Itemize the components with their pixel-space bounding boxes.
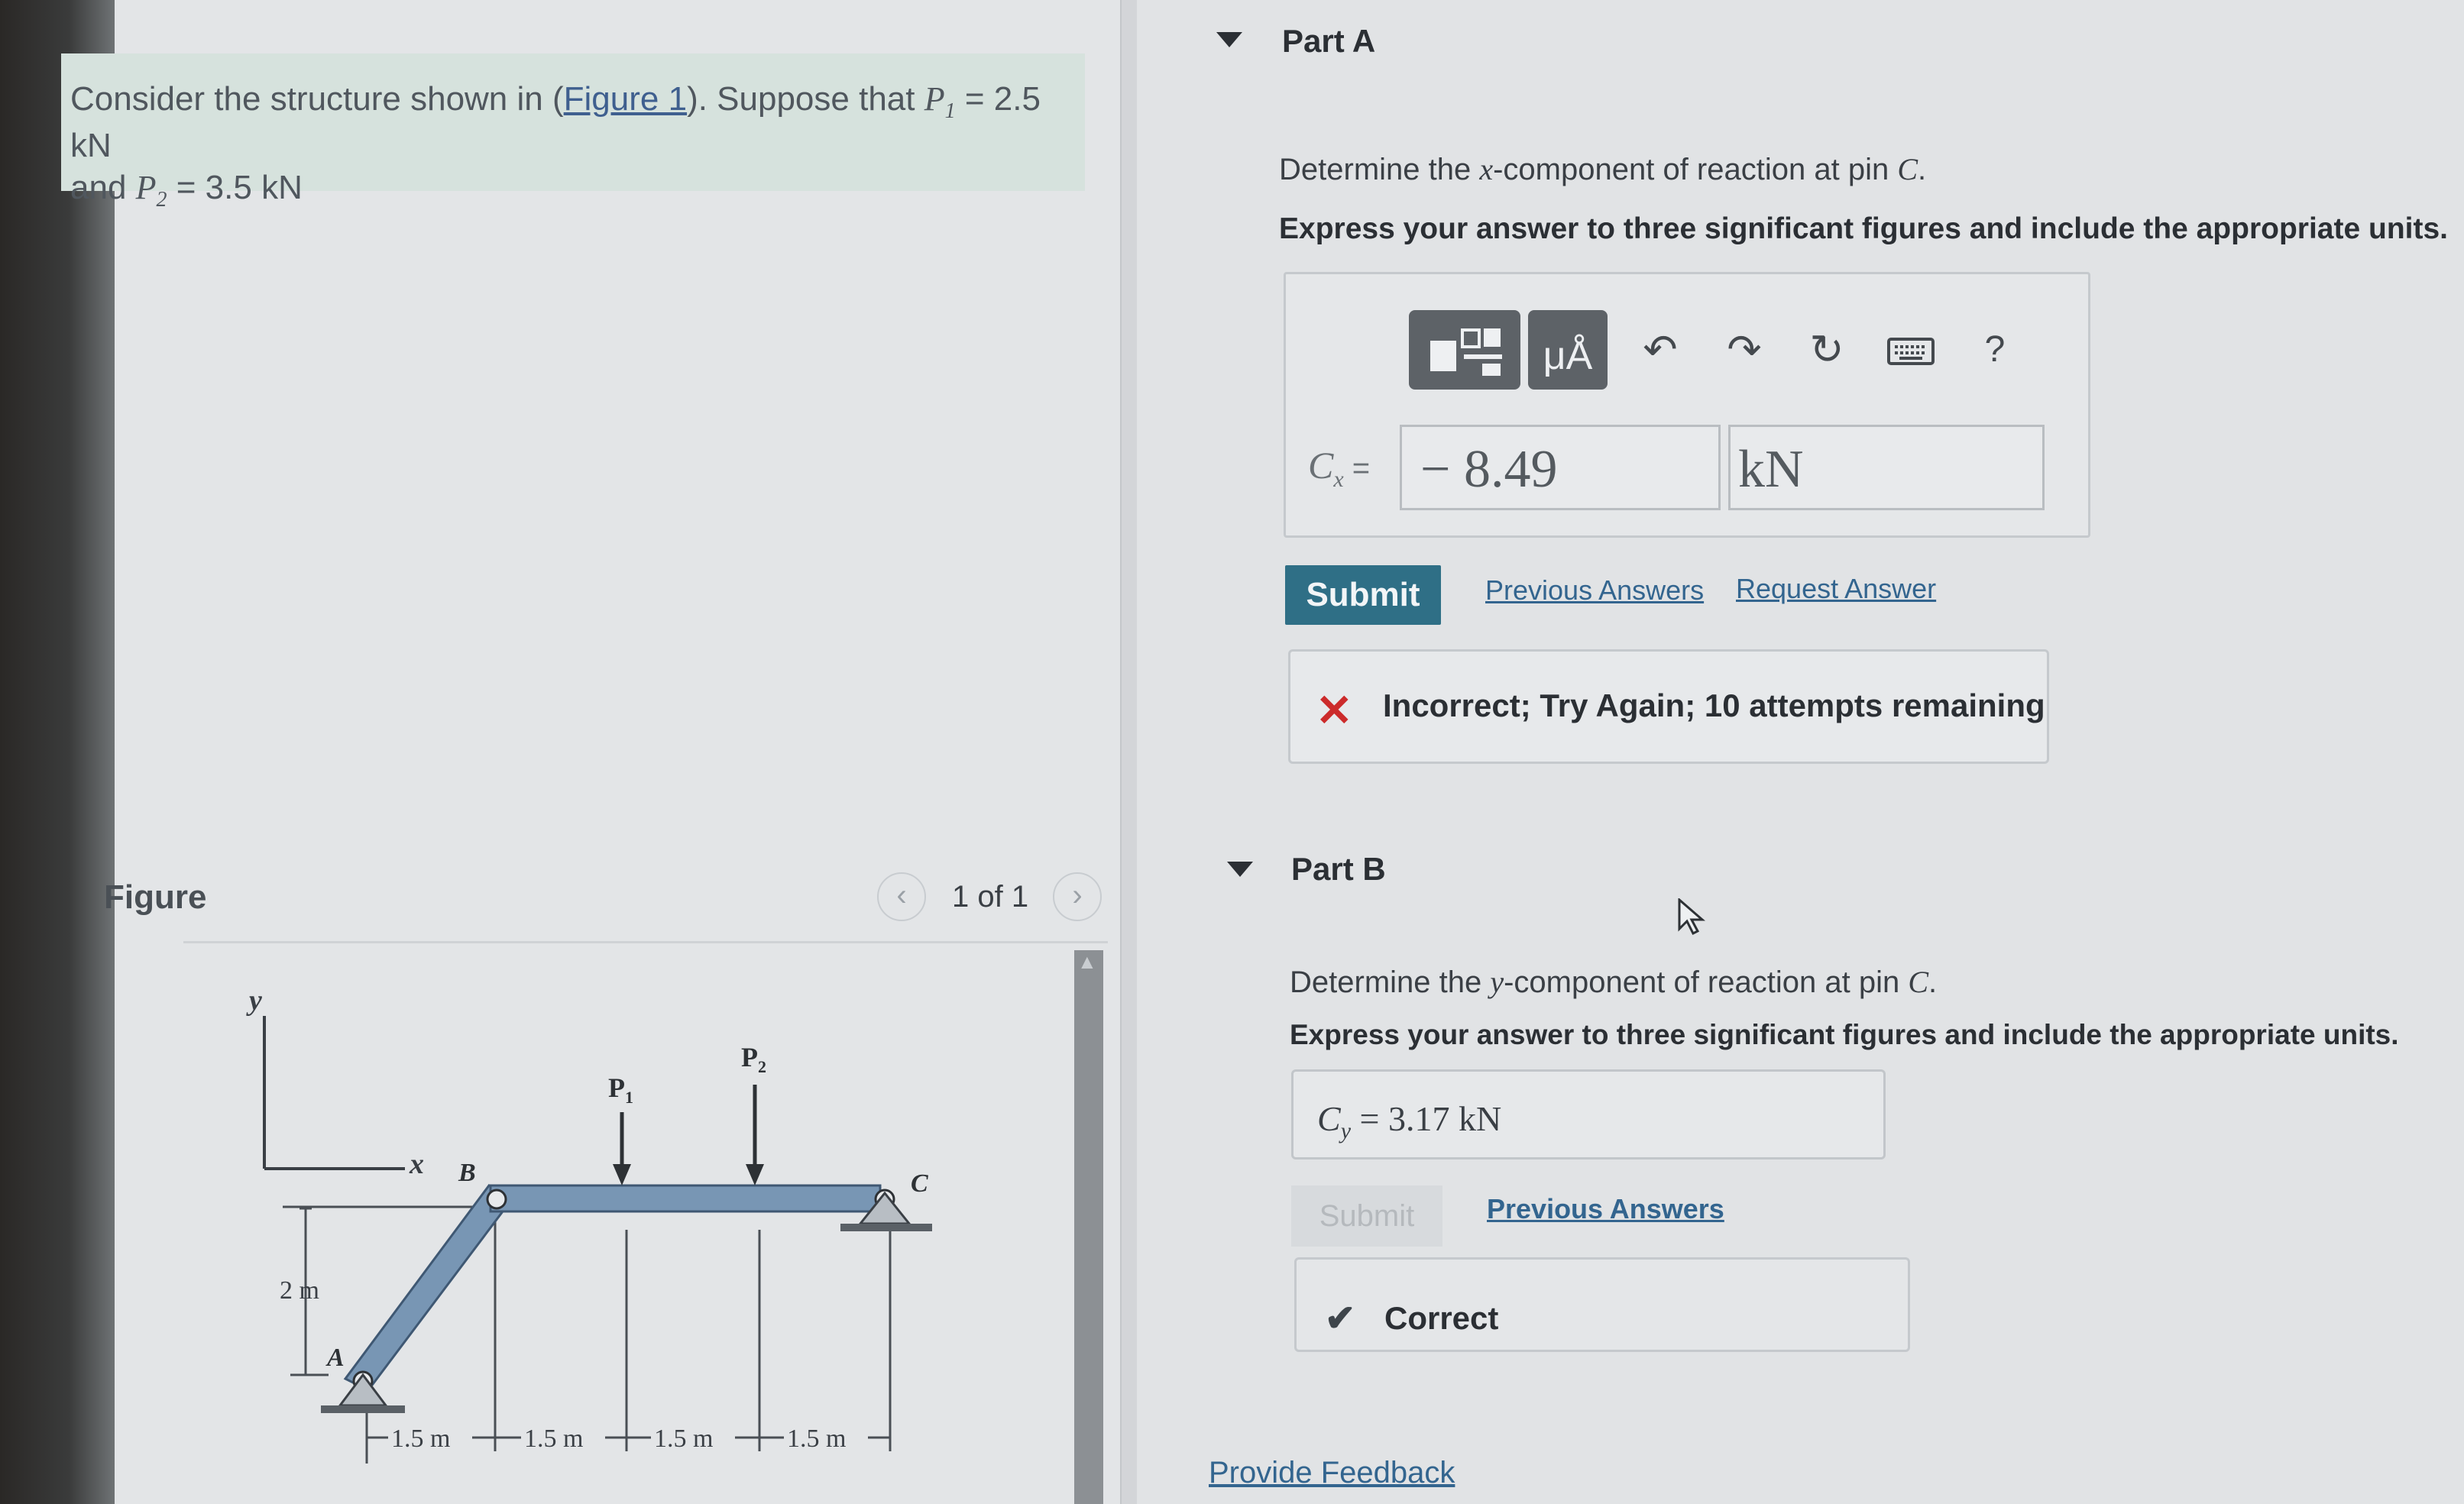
part-a-instruction: Express your answer to three significant… [1279,212,2448,245]
axis-x-label: x [409,1148,424,1180]
cy-subscript: y [1340,1118,1352,1144]
part-b-previous-answers-link[interactable]: Previous Answers [1487,1193,1724,1225]
span-dimension-1: 1.5 m [391,1425,450,1453]
cx-equals: = [1343,451,1371,485]
problem-text-1: Consider the structure shown in ( [70,80,564,118]
part-b-collapse-icon[interactable] [1227,862,1253,877]
templates-icon[interactable] [1409,310,1520,390]
part-a-prompt-text: Determine the [1279,153,1480,186]
support-a [321,1373,405,1413]
part-a-prompt-var: x [1479,152,1494,186]
problem-statement: Consider the structure shown in (Figure … [70,78,1079,213]
p2-symbol: P [135,168,157,206]
part-b-prompt-text-2: -component of reaction at pin [1504,965,1909,999]
pin-b [486,1189,507,1210]
math-toolbar: μÅ ↶ ↷ ↻ ? [1391,296,2093,403]
correct-check-icon: ✔ [1325,1299,1356,1339]
part-a-prompt-text-2: -component of reaction at pin [1493,153,1898,186]
figure-scrollbar[interactable] [1074,950,1103,1504]
cx-value-input[interactable]: − 8.49 [1400,425,1721,510]
cy-answer: Cy = 3.17 kN [1317,1098,1501,1144]
label-a: A [325,1344,345,1372]
part-b-feedback-text: Correct [1384,1300,1499,1336]
part-a-request-answer-link[interactable]: Request Answer [1736,573,1936,605]
part-a-collapse-icon[interactable] [1216,32,1242,47]
cx-label: Cx = [1308,443,1370,493]
height-dimension: 2 m [280,1276,319,1305]
load-p1-label: P1 [608,1072,633,1107]
part-b-prompt-pin: C [1908,965,1928,999]
part-a-previous-answers-link[interactable]: Previous Answers [1485,574,1704,606]
part-a-prompt: Determine the x-component of reaction at… [1279,151,1926,187]
p2-value: = 3.5 kN [167,168,303,206]
units-icon[interactable]: μÅ [1528,310,1608,390]
axis-y-label: y [246,985,262,1017]
part-b-submit-button: Submit [1291,1185,1442,1247]
part-b-prompt-var: y [1490,965,1504,999]
chevron-left-icon[interactable]: ‹ [877,872,926,921]
incorrect-x-icon: ✕ [1316,686,1353,736]
p1-symbol: P [924,80,945,118]
part-b-instruction: Express your answer to three significant… [1290,1019,2399,1050]
part-a-submit-button[interactable]: Submit [1285,565,1441,625]
part-a-title[interactable]: Part A [1282,23,1375,60]
p1-subscript: 1 [944,99,956,123]
mouse-cursor-icon [1678,898,1705,936]
axes [263,1016,405,1170]
reset-icon[interactable]: ↻ [1800,319,1854,380]
provide-feedback-link[interactable]: Provide Feedback [1209,1456,1455,1490]
part-a-feedback-text: Incorrect; Try Again; 10 attempts remain… [1383,687,2045,723]
keyboard-icon[interactable] [1884,319,1938,380]
structure-figure: y x 2 m 1.5 m 1.5 m 1.5 m 1.5 m B A C P1… [246,985,932,1464]
p2-subscript: 2 [156,187,167,212]
problem-text-and: and [70,168,136,206]
part-b-title[interactable]: Part B [1291,851,1386,888]
span-dimension-2: 1.5 m [524,1425,583,1453]
chevron-right-icon[interactable]: › [1053,872,1102,921]
load-p1 [613,1112,631,1185]
cy-value: = 3.17 kN [1351,1099,1502,1138]
figure-divider [183,941,1108,943]
help-icon[interactable]: ? [1968,319,2022,380]
part-b-prompt: Determine the y-component of reaction at… [1290,964,1937,1000]
member-ab [343,1184,514,1392]
member-bc [489,1184,882,1213]
label-c: C [911,1169,928,1198]
cx-unit-input[interactable]: kN [1728,425,2045,510]
cy-symbol: C [1317,1099,1341,1138]
part-b-prompt-end: . [1928,965,1938,999]
part-b-prompt-text: Determine the [1290,965,1491,999]
figure-link[interactable]: Figure 1 [564,80,687,118]
figure-counter: 1 of 1 [952,880,1029,914]
part-a-prompt-end: . [1918,153,1927,186]
part-a-prompt-pin: C [1897,152,1918,186]
pane-divider[interactable] [1120,0,1138,1504]
redo-icon[interactable]: ↷ [1718,319,1771,380]
load-p2-label: P2 [741,1042,766,1076]
label-b: B [458,1159,476,1187]
span-dimension-4: 1.5 m [787,1425,846,1453]
span-dimension-3: 1.5 m [654,1425,713,1453]
figure-title: Figure [104,878,207,916]
scroll-up-icon[interactable]: ▲ [1077,950,1097,974]
undo-icon[interactable]: ↶ [1633,319,1687,380]
load-p2 [746,1085,764,1185]
problem-text-2: ). Suppose that [687,80,924,118]
cx-subscript: x [1333,467,1344,492]
monitor-bezel [0,0,115,1504]
cx-symbol: C [1308,444,1334,487]
